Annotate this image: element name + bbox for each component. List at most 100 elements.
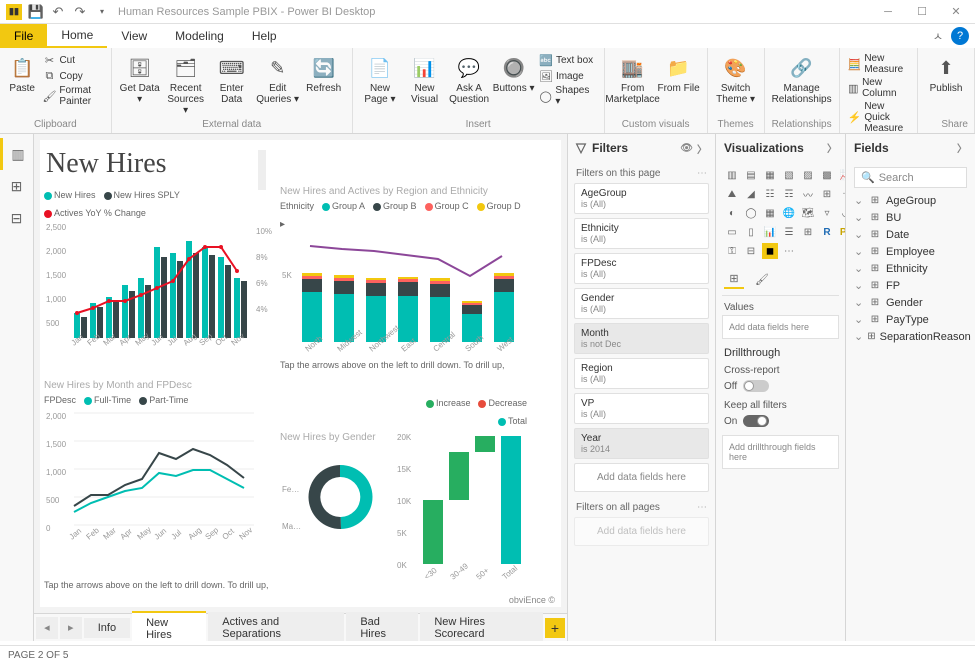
field-table-gender[interactable]: ⌄⊞Gender [852, 294, 969, 311]
collapse-filters-icon[interactable]: 〉 [697, 141, 707, 156]
new-column-button[interactable]: ▥New Column [846, 76, 911, 100]
viz-combo1-icon[interactable]: ☷ [762, 186, 778, 202]
cut-button[interactable]: ✂Cut [40, 52, 104, 68]
add-filter-field[interactable]: Add data fields here [574, 463, 709, 492]
keep-filters-toggle[interactable] [743, 415, 769, 427]
field-table-paytype[interactable]: ⌄⊞PayType [852, 311, 969, 328]
field-table-ethnicity[interactable]: ⌄⊞Ethnicity [852, 260, 969, 277]
filter-card-agegroup[interactable]: AgeGroupis (All) [574, 183, 709, 214]
filters-allpages-menu-icon[interactable]: ⋯ [697, 502, 707, 513]
edit-queries-button[interactable]: ✎Edit Queries ▾ [256, 52, 300, 105]
from-file-button[interactable]: 📁From File [657, 52, 701, 94]
viz-stacked-bar-icon[interactable]: ▥ [724, 167, 740, 183]
tab-bad-hires[interactable]: Bad Hires [346, 612, 418, 642]
drillthrough-well[interactable]: Add drillthrough fields here [722, 435, 839, 469]
filter-card-ethnicity[interactable]: Ethnicityis (All) [574, 218, 709, 249]
add-allpages-filter[interactable]: Add data fields here [574, 517, 709, 546]
viz-r-icon[interactable]: R [819, 224, 835, 240]
collapse-viz-icon[interactable]: 〉 [827, 140, 837, 155]
tab-new-hires[interactable]: New Hires [132, 611, 206, 642]
new-page-button[interactable]: 📄New Page ▾ [359, 52, 402, 105]
home-tab[interactable]: Home [47, 24, 107, 48]
fields-search[interactable]: 🔍Search [854, 167, 967, 188]
collapse-fields-icon[interactable]: 〉 [957, 140, 967, 155]
field-table-fp[interactable]: ⌄⊞FP [852, 277, 969, 294]
filter-card-vp[interactable]: VPis (All) [574, 393, 709, 424]
paste-button[interactable]: 📋Paste [6, 52, 38, 94]
viz-decomp-icon[interactable]: ⊟ [743, 243, 759, 259]
viz-stacked-col-icon[interactable]: ▦ [762, 167, 778, 183]
modeling-tab[interactable]: Modeling [161, 24, 238, 48]
tab-actives[interactable]: Actives and Separations [208, 612, 344, 642]
view-tab[interactable]: View [107, 24, 161, 48]
format-well-icon[interactable]: 🖌 [752, 269, 772, 289]
shapes-button[interactable]: ◯Shapes ▾ [537, 84, 598, 108]
new-measure-button[interactable]: 🧮New Measure [846, 52, 911, 76]
collapse-ribbon-icon[interactable]: ㅅ [925, 25, 951, 47]
viz-line-icon[interactable]: 📈 [838, 167, 845, 183]
chart-fpdesc[interactable]: New Hires by Month and FPDesc FPDesc Ful… [44, 380, 274, 570]
filter-card-region[interactable]: Regionis (All) [574, 358, 709, 389]
format-painter-button[interactable]: 🖌Format Painter [40, 84, 104, 108]
viz-waterfall-icon[interactable]: ⊞ [819, 186, 835, 202]
fields-well-icon[interactable]: ⊞ [724, 269, 744, 289]
viz-gauge-icon[interactable]: ◡ [838, 205, 845, 221]
field-table-separationreason[interactable]: ⌄⊞SeparationReason [852, 328, 969, 345]
help-icon[interactable]: ? [951, 27, 969, 45]
viz-clustered-bar-icon[interactable]: ▤ [743, 167, 759, 183]
filter-card-gender[interactable]: Genderis (All) [574, 288, 709, 319]
publish-button[interactable]: ⬆Publish [924, 52, 968, 94]
cross-report-toggle[interactable] [743, 380, 769, 392]
tab-prev-icon[interactable]: ◂ [36, 617, 58, 639]
viz-clustered-col-icon[interactable]: ▧ [781, 167, 797, 183]
filters-scope-menu-icon[interactable]: ⋯ [697, 168, 707, 179]
new-visual-button[interactable]: 📊New Visual [403, 52, 446, 105]
filter-card-month[interactable]: Monthis not Dec [574, 323, 709, 354]
image-button[interactable]: 🖼Image [537, 68, 598, 84]
chart-waterfall[interactable]: Increase Decrease Total 20K15K10K5K0K <3… [395, 398, 527, 588]
preview-icon[interactable]: 👁 [680, 143, 693, 154]
minimize-icon[interactable]: ─ [873, 2, 903, 22]
close-icon[interactable]: ✕ [941, 2, 971, 22]
viz-key-icon[interactable]: ⚿ [724, 243, 740, 259]
viz-multi-card-icon[interactable]: ▯ [743, 224, 759, 240]
field-table-date[interactable]: ⌄⊞Date [852, 226, 969, 243]
field-table-agegroup[interactable]: ⌄⊞AgeGroup [852, 192, 969, 209]
copy-button[interactable]: ⧉Copy [40, 68, 104, 84]
viz-area-icon[interactable]: ⛰ [724, 186, 740, 202]
filter-card-fpdesc[interactable]: FPDescis (All) [574, 253, 709, 284]
viz-pie-icon[interactable]: ◐ [724, 205, 740, 221]
file-tab[interactable]: File [0, 24, 47, 48]
refresh-button[interactable]: 🔄Refresh [302, 52, 346, 94]
data-view-icon[interactable]: ⊞ [0, 170, 33, 202]
chart-region-ethnicity[interactable]: New Hires and Actives by Region and Ethn… [280, 186, 526, 356]
report-canvas[interactable]: New Hires New Hires New Hires SPLY Activ… [34, 134, 567, 641]
from-marketplace-button[interactable]: 🏬From Marketplace [611, 52, 655, 105]
new-quick-measure-button[interactable]: ⚡New Quick Measure [846, 100, 911, 135]
viz-python-icon[interactable]: Py [838, 224, 845, 240]
undo-icon[interactable]: ↶ [48, 2, 68, 22]
help-tab[interactable]: Help [238, 24, 291, 48]
manage-relationships-button[interactable]: 🔗Manage Relationships [771, 52, 833, 105]
switch-theme-button[interactable]: 🎨Switch Theme ▾ [714, 52, 758, 105]
viz-stacked-area-icon[interactable]: ◢ [743, 186, 759, 202]
model-view-icon[interactable]: ⊟ [0, 202, 33, 234]
tab-next-icon[interactable]: ▸ [60, 617, 82, 639]
viz-donut-icon[interactable]: ◯ [743, 205, 759, 221]
viz-combo2-icon[interactable]: ☶ [781, 186, 797, 202]
viz-100bar-icon[interactable]: ▨ [800, 167, 816, 183]
maximize-icon[interactable]: ☐ [907, 2, 937, 22]
field-table-employee[interactable]: ⌄⊞Employee [852, 243, 969, 260]
viz-kpi-icon[interactable]: 📊 [762, 224, 778, 240]
field-table-bu[interactable]: ⌄⊞BU [852, 209, 969, 226]
report-view-icon[interactable]: ▥ [0, 138, 33, 170]
enter-data-button[interactable]: ⌨Enter Data [210, 52, 254, 105]
viz-custom-icon[interactable]: ◼ [762, 243, 778, 259]
tab-info[interactable]: Info [84, 618, 130, 638]
buttons-button[interactable]: 🔘Buttons ▾ [492, 52, 535, 94]
viz-table-icon[interactable]: ⊞ [800, 224, 816, 240]
viz-card-icon[interactable]: ▭ [724, 224, 740, 240]
viz-scatter-icon[interactable]: ⁘ [838, 186, 845, 202]
ask-question-button[interactable]: 💬Ask A Question [448, 52, 491, 105]
viz-ribbon-icon[interactable]: 〰 [800, 186, 816, 202]
